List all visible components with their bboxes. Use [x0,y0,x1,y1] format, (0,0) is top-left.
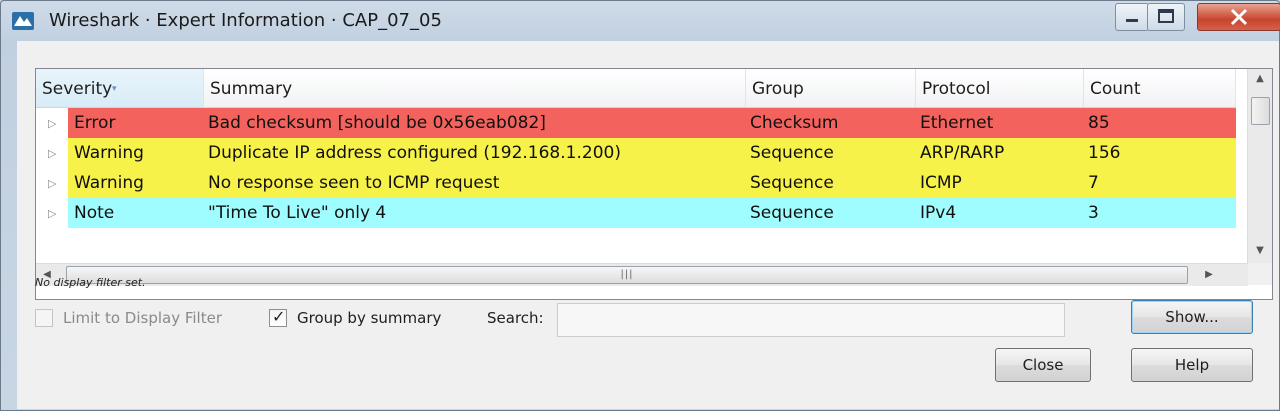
maximize-button[interactable] [1147,3,1185,31]
protocol-cell: Ethernet [920,113,994,133]
scroll-up-icon[interactable]: ▲ [1248,69,1272,89]
column-label: Protocol [922,79,991,99]
column-label: Severity [42,79,113,99]
minimize-icon [1126,19,1138,22]
checkmark-icon: ✓ [272,307,286,326]
expand-arrow-icon[interactable]: ▷ [48,138,62,168]
count-cell: 7 [1088,173,1099,193]
sort-indicator-icon: ▾ [112,84,117,94]
limit-to-display-filter-label: Limit to Display Filter [63,309,222,327]
group-by-summary-label: Group by summary [297,309,442,327]
filter-status-text: No display filter set. [35,276,146,289]
severity-cell: Warning [74,143,144,163]
close-button[interactable]: Close [995,348,1091,382]
vertical-scroll-thumb[interactable] [1251,97,1270,125]
limit-to-display-filter-checkbox[interactable] [35,309,53,327]
summary-cell: "Time To Live" only 4 [208,203,387,223]
expand-arrow-icon[interactable]: ▷ [48,198,62,228]
expert-info-window: Wireshark · Expert Information · CAP_07_… [0,0,1280,411]
expand-arrow-icon[interactable]: ▷ [48,108,62,138]
group-cell: Checksum [750,113,839,133]
close-window-button[interactable] [1197,3,1280,31]
group-cell: Sequence [750,203,834,223]
count-cell: 85 [1088,113,1110,133]
table-row[interactable]: ▷ Note "Time To Live" only 4 Sequence IP… [36,198,1236,228]
column-label: Group [752,79,804,99]
dialog-client-area: ▾ Severity Summary Group Protocol Count [17,41,1279,409]
summary-cell: No response seen to ICMP request [208,173,500,193]
horizontal-scroll-thumb[interactable]: ||| [66,266,1188,284]
table-header: ▾ Severity Summary Group Protocol Count [36,69,1236,108]
wireshark-icon [11,10,35,32]
table-row[interactable]: ▷ Warning Duplicate IP address configure… [36,138,1236,168]
search-input[interactable] [557,303,1065,337]
search-label: Search: [487,309,544,327]
window-title: Wireshark · Expert Information · CAP_07_… [49,10,442,31]
minimize-button[interactable] [1115,3,1149,31]
vertical-scrollbar[interactable]: ▲ ▼ [1247,69,1272,263]
show-button[interactable]: Show... [1131,300,1253,334]
group-cell: Sequence [750,143,834,163]
table-row[interactable]: ▷ Warning No response seen to ICMP reque… [36,168,1236,198]
severity-cell: Error [74,113,116,133]
scroll-right-icon[interactable]: ▶ [1198,264,1220,286]
column-header-group[interactable]: Group [746,69,916,107]
protocol-cell: ARP/RARP [920,143,1005,163]
expand-arrow-icon[interactable]: ▷ [48,168,62,198]
close-icon [1230,8,1248,26]
column-label: Count [1090,79,1141,99]
count-cell: 3 [1088,203,1099,223]
column-label: Summary [210,79,293,99]
severity-cell: Note [74,203,115,223]
table-row[interactable]: ▷ Error Bad checksum [should be 0x56eab0… [36,108,1236,138]
severity-cell: Warning [74,173,144,193]
scroll-down-icon[interactable]: ▼ [1248,241,1272,261]
expert-info-tree[interactable]: ▾ Severity Summary Group Protocol Count [35,68,1273,300]
summary-cell: Duplicate IP address configured (192.168… [208,143,621,163]
protocol-cell: IPv4 [920,203,957,223]
horizontal-scrollbar[interactable]: ◀ ||| ▶ [36,263,1248,286]
maximize-icon [1158,9,1174,23]
count-cell: 156 [1088,143,1121,163]
title-bar[interactable]: Wireshark · Expert Information · CAP_07_… [1,1,1280,39]
column-header-severity[interactable]: ▾ Severity [36,69,204,107]
scrollbar-corner [1248,263,1272,285]
column-header-count[interactable]: Count [1084,69,1236,107]
help-button[interactable]: Help [1131,348,1253,382]
column-header-protocol[interactable]: Protocol [916,69,1084,107]
summary-cell: Bad checksum [should be 0x56eab082] [208,113,546,133]
group-cell: Sequence [750,173,834,193]
protocol-cell: ICMP [920,173,962,193]
group-by-summary-checkbox[interactable]: ✓ [269,307,287,327]
column-header-summary[interactable]: Summary [204,69,746,107]
